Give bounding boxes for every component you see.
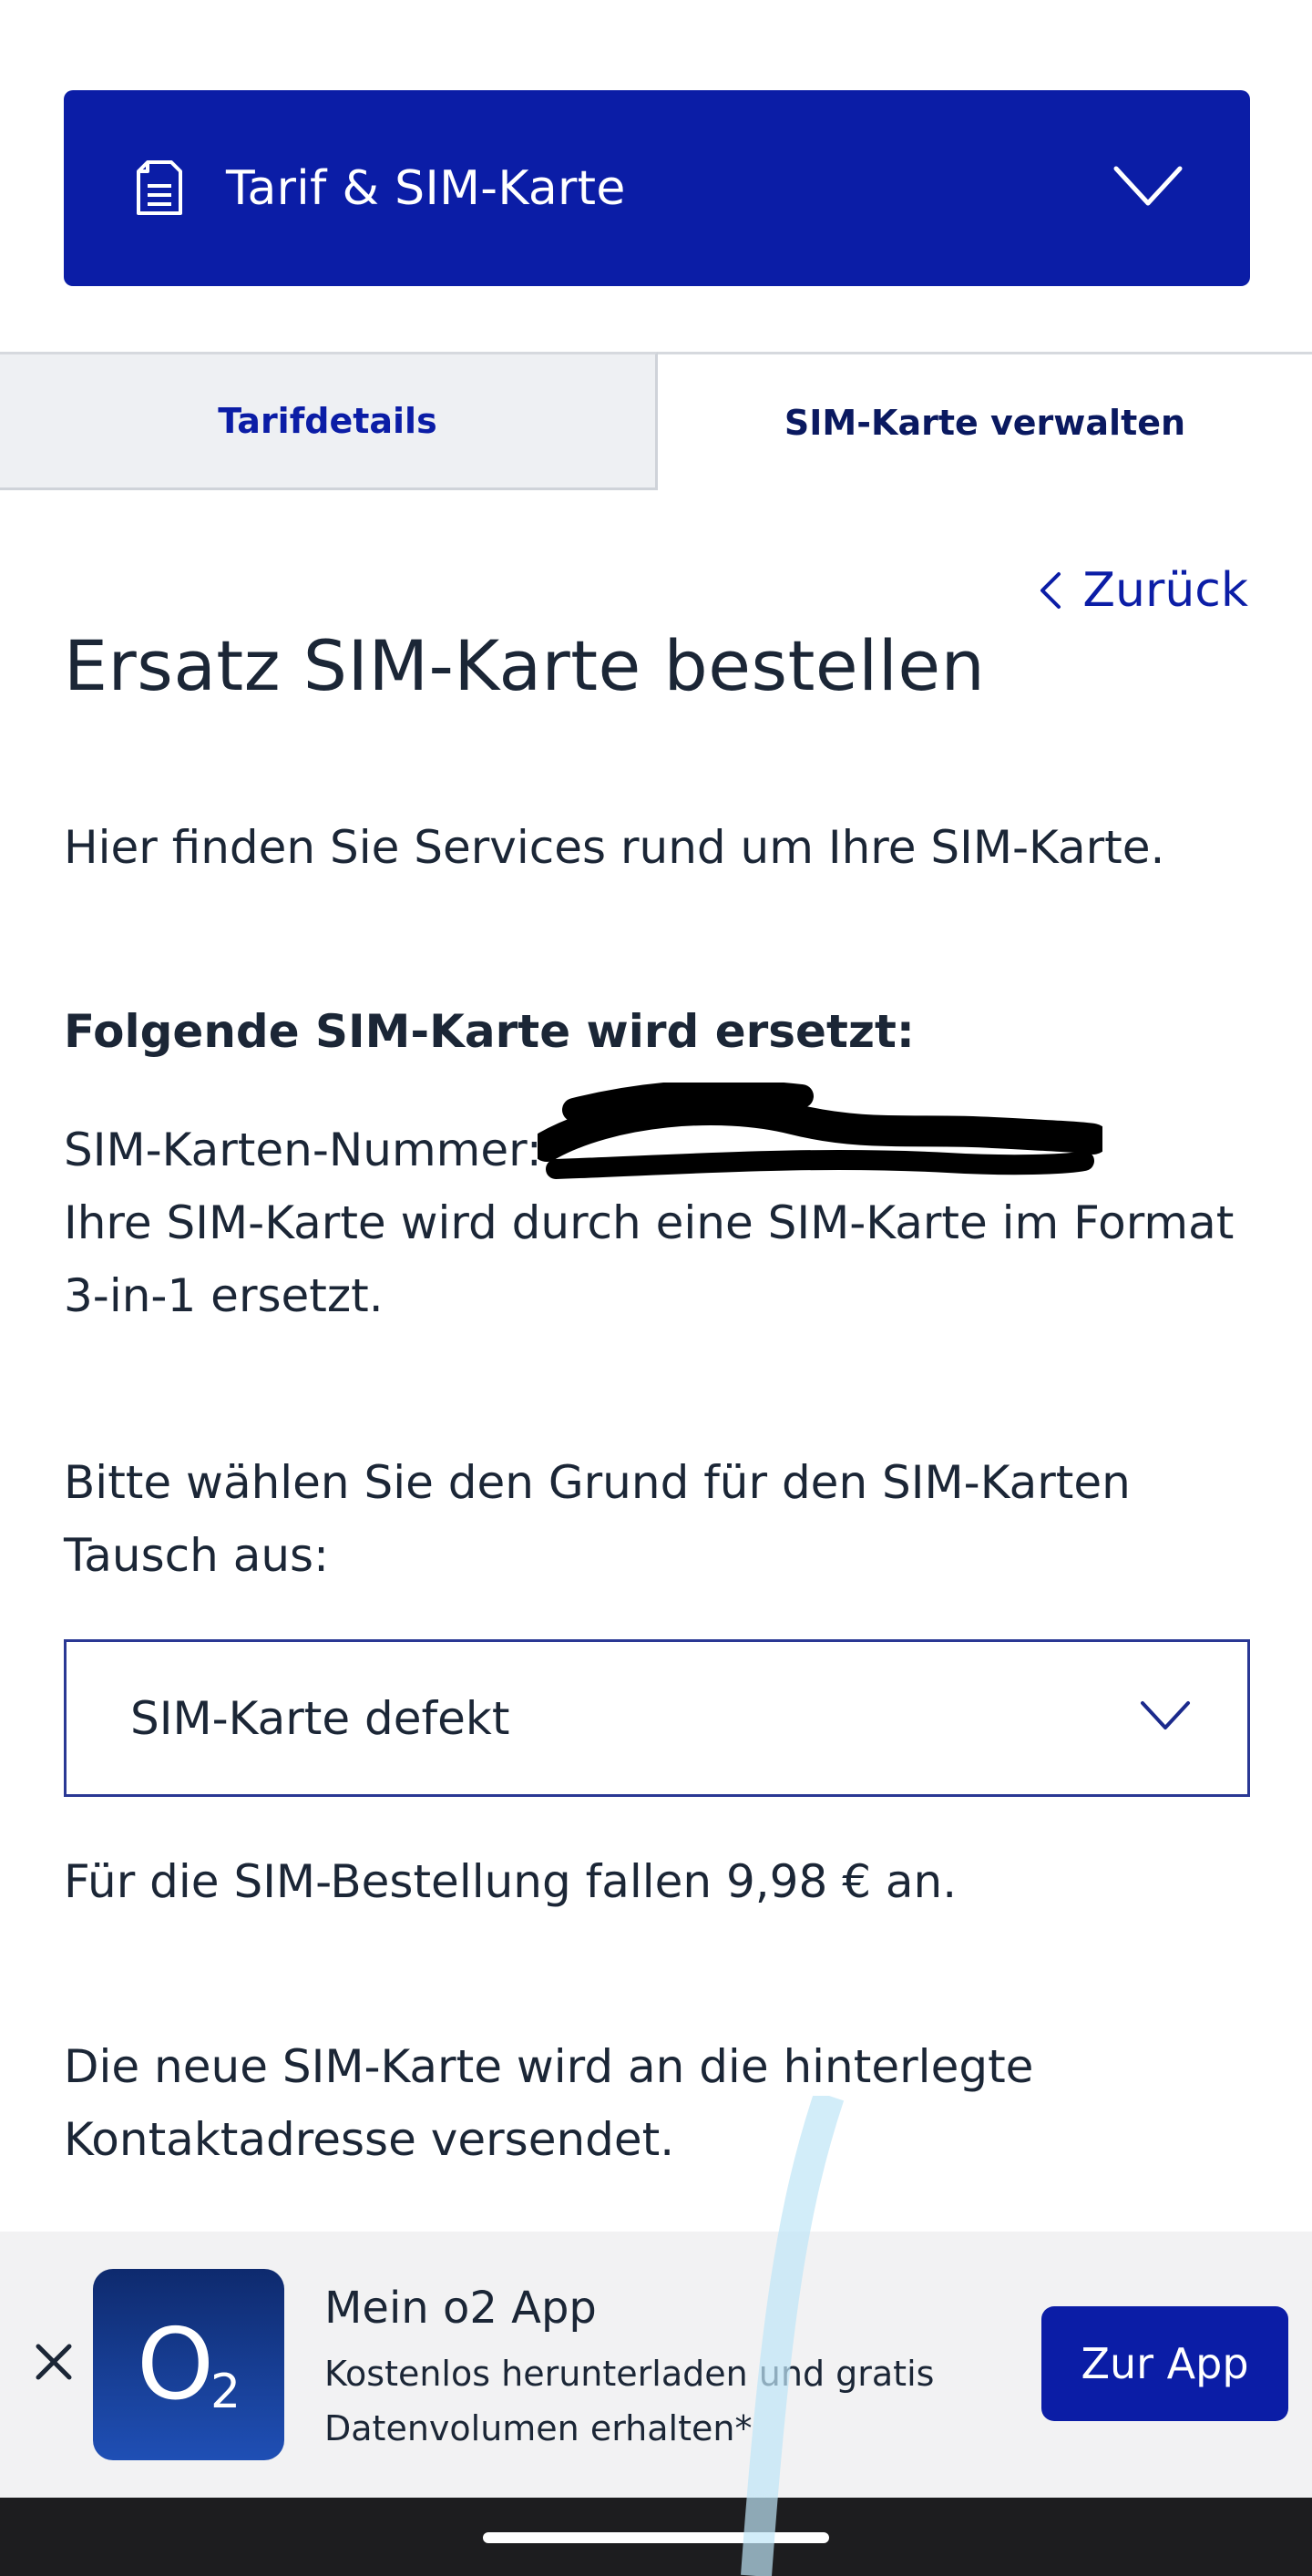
back-label: Zurück [1082, 563, 1248, 618]
logo-letter: O [136, 2307, 214, 2422]
tab-sim-karte-verwalten[interactable]: SIM-Karte verwalten [658, 352, 1312, 490]
home-indicator[interactable] [483, 2532, 829, 2543]
page-title: Ersatz SIM-Karte bestellen [64, 625, 986, 706]
shipping-text: Die neue SIM-Karte wird an die hinterleg… [64, 2040, 1034, 2166]
page: Tarif & SIM-Karte Tarifdetails SIM-Karte… [0, 0, 1312, 2576]
app-description: Kostenlos herunterladen und gratis Daten… [324, 2354, 935, 2448]
app-name: Mein o2 App [324, 2283, 597, 2334]
reason-prompt: Bitte wählen Sie den Grund für den SIM-K… [64, 1456, 1131, 1582]
fee-text: Für die SIM-Bestellung fallen 9,98 € an. [64, 1855, 958, 1908]
tab-tarifdetails[interactable]: Tarifdetails [0, 352, 658, 490]
accordion-title: Tarif & SIM-Karte [226, 160, 626, 216]
chevron-down-icon [1141, 1701, 1190, 1729]
tarif-sim-accordion[interactable]: Tarif & SIM-Karte [64, 90, 1250, 286]
redaction-scribble [538, 1083, 1102, 1179]
format-text: Ihre SIM-Karte wird durch eine SIM-Karte… [64, 1196, 1235, 1322]
tab-bar: Tarifdetails SIM-Karte verwalten [0, 352, 1312, 490]
document-icon [137, 159, 182, 215]
open-app-button[interactable]: Zur App [1041, 2306, 1288, 2421]
tab-label: Tarifdetails [218, 401, 437, 441]
chevron-down-icon [1113, 166, 1183, 206]
logo-subscript: 2 [210, 2365, 241, 2419]
o2-logo: O2 [93, 2269, 284, 2460]
reason-select[interactable]: SIM-Karte defekt [64, 1639, 1250, 1797]
close-icon[interactable] [33, 2341, 75, 2383]
tab-label: SIM-Karte verwalten [784, 402, 1186, 443]
chevron-left-icon [1040, 572, 1061, 609]
intro-text: Hier finden Sie Services rund um Ihre SI… [64, 821, 1165, 874]
reason-select-value: SIM-Karte defekt [130, 1691, 510, 1745]
back-link[interactable]: Zurück [1037, 563, 1248, 618]
system-navigation-bar [0, 2498, 1312, 2576]
replaced-heading: Folgende SIM-Karte wird ersetzt: [64, 1005, 915, 1058]
app-banner: O2 Mein o2 App Kostenlos herunterladen u… [0, 2232, 1312, 2498]
